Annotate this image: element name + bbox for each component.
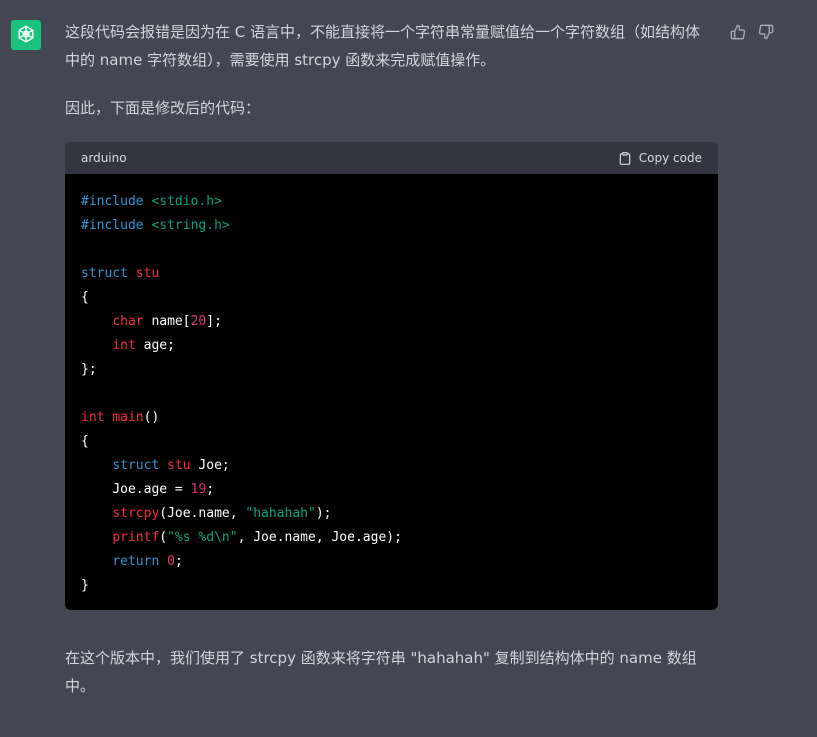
code-token: stu (167, 458, 191, 473)
code-token: ; (174, 554, 183, 569)
code-token: 19 (190, 482, 207, 497)
code-token: Joe; (190, 458, 230, 473)
code-token: }; (81, 362, 97, 377)
thumbs-up-button[interactable] (730, 24, 746, 40)
code-token: printf (112, 530, 160, 545)
code-token: ( (159, 530, 168, 545)
copy-code-button[interactable]: Copy code (618, 144, 702, 172)
openai-logo-icon (18, 25, 34, 43)
code-token: () (143, 410, 160, 425)
intro-paragraph: 这段代码会报错是因为在 C 语言中，不能直接将一个字符串常量赋值给一个字符数组（… (65, 23, 701, 69)
code-token: name[ (143, 314, 191, 329)
code-language-label: arduino (81, 151, 127, 165)
code-token: age; (135, 338, 175, 353)
code-token: int (81, 410, 105, 425)
clipboard-icon (619, 151, 631, 165)
code-token: (Joe.name, (159, 506, 246, 521)
code-token: { (81, 290, 89, 305)
thumbs-down-button[interactable] (758, 24, 774, 40)
code-token: <string.h> (151, 218, 230, 233)
code-token: "%s %d\n" (167, 530, 238, 545)
code-token: <stdio.h> (151, 194, 222, 209)
code-token: char (112, 314, 144, 329)
code-token: 20 (190, 314, 207, 329)
code-token: int (112, 338, 136, 353)
code-token: struct (81, 266, 128, 281)
thumbs-down-icon (758, 24, 774, 40)
feedback-buttons (730, 24, 774, 40)
message-content: 这段代码会报错是因为在 C 语言中，不能直接将一个字符串常量赋值给一个字符数组（… (65, 18, 718, 700)
code-token: ; (206, 482, 215, 497)
code-token: #include (81, 218, 144, 233)
code-content: #include <stdio.h> #include <string.h> s… (65, 174, 718, 610)
assistant-avatar (11, 20, 41, 50)
code-header: arduino Copy code (65, 142, 718, 174)
lead-paragraph: 因此，下面是修改后的代码： (65, 99, 261, 117)
code-token: , Joe.name, Joe.age); (237, 530, 402, 545)
code-token: #include (81, 194, 144, 209)
code-token: struct (112, 458, 160, 473)
thumbs-up-icon (730, 24, 746, 40)
code-token: ); (315, 506, 332, 521)
code-token: strcpy (112, 506, 160, 521)
assistant-message: 这段代码会报错是因为在 C 语言中，不能直接将一个字符串常量赋值给一个字符数组（… (0, 0, 817, 737)
copy-code-label: Copy code (638, 151, 702, 165)
code-token: } (81, 578, 89, 593)
code-token: ]; (206, 314, 222, 329)
code-token: stu (135, 266, 160, 281)
code-token: { (81, 434, 89, 449)
code-token: Joe.age = (112, 482, 191, 497)
code-token: "hahahah" (245, 506, 316, 521)
outro-paragraph: 在这个版本中，我们使用了 strcpy 函数来将字符串 "hahahah" 复制… (65, 649, 697, 695)
code-block: arduino Copy code #include <stdio.h> #in… (65, 142, 718, 610)
code-token: 0 (167, 554, 175, 569)
code-token: return (112, 554, 160, 569)
code-token: main (112, 410, 144, 425)
